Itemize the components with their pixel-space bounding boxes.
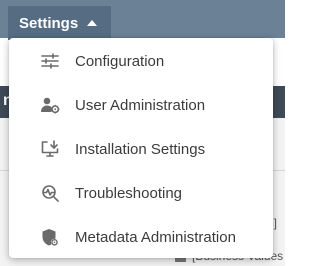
menu-item-label: Metadata Administration (75, 228, 236, 246)
menu-item-metadata-administration[interactable]: Metadata Administration (9, 215, 273, 259)
menu-item-configuration[interactable]: Configuration (9, 39, 273, 83)
menu-item-label: Configuration (75, 52, 165, 70)
menu-item-user-administration[interactable]: User Administration (9, 83, 273, 127)
settings-button-label: Settings (19, 14, 79, 32)
menu-item-label: User Administration (75, 96, 206, 114)
settings-dropdown-menu: Configuration User Administration Instal… (9, 38, 273, 258)
monitor-download-icon (40, 139, 60, 159)
menu-item-label: Troubleshooting (75, 184, 183, 202)
user-gear-icon (40, 95, 60, 115)
sliders-icon (40, 51, 60, 71)
caret-up-icon (87, 20, 98, 26)
search-pulse-icon (40, 183, 60, 203)
settings-button[interactable]: Settings (8, 6, 111, 40)
shield-gear-icon (40, 227, 60, 247)
menu-item-label: Installation Settings (75, 140, 206, 158)
menu-item-installation-settings[interactable]: Installation Settings (9, 127, 273, 171)
menu-item-troubleshooting[interactable]: Troubleshooting (9, 171, 273, 215)
